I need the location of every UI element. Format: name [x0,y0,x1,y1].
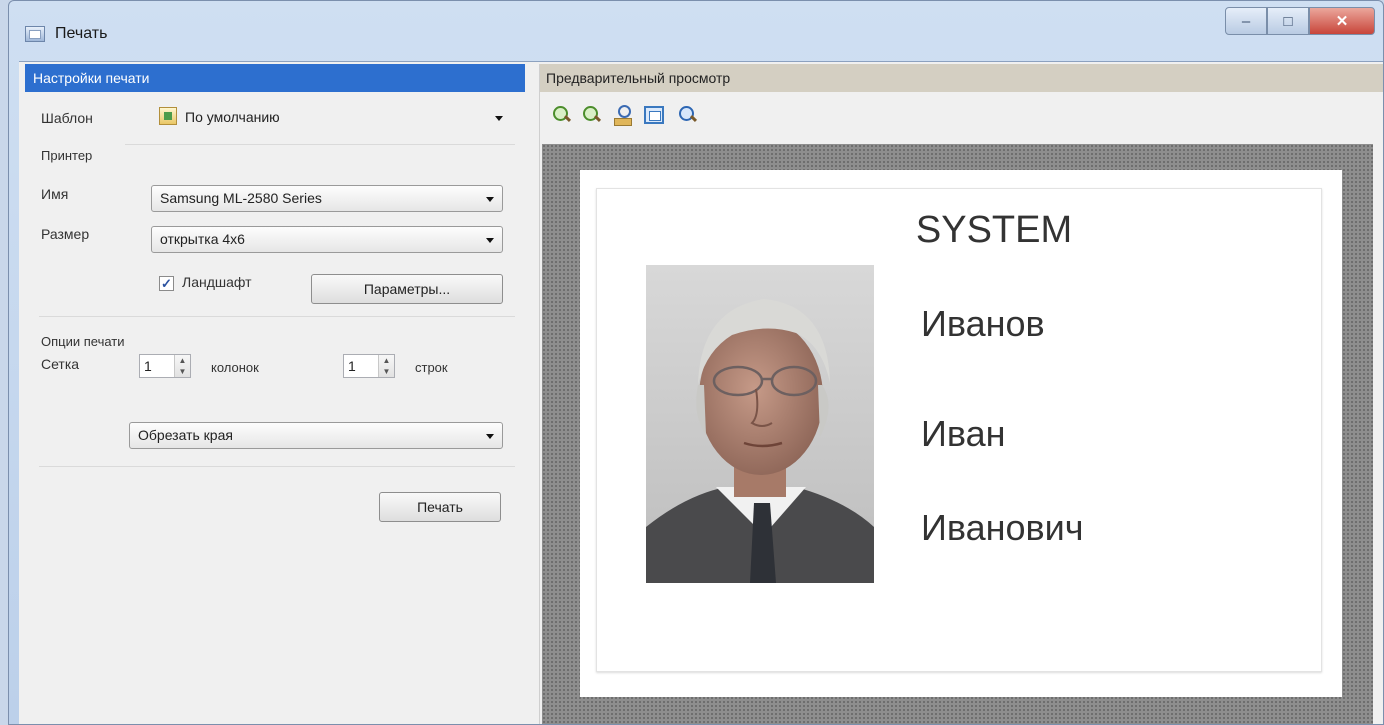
printer-group-label: Принтер [41,148,93,163]
preview-canvas[interactable]: SYSTEM Иванов Иван Иванович [542,144,1373,724]
window-client: Настройки печати Шаблон По умолчанию При… [19,61,1383,724]
zoom-in-icon[interactable] [550,104,572,126]
crop-mode-select[interactable]: Обрезать края [129,422,503,449]
badge-surname: Иванов [921,303,1045,344]
zoom-icon[interactable] [676,104,698,126]
title-bar: Печать – □ ✕ [9,1,1383,63]
name-label: Имя [41,186,69,202]
template-label: Шаблон [41,110,93,126]
badge-photo [646,265,874,583]
badge-first-name: Иван [921,413,1006,454]
paper-size-value: открытка 4х6 [160,231,245,247]
printer-name-value: Samsung ML-2580 Series [160,190,322,206]
settings-header: Настройки печати [25,64,525,92]
print-settings-panel: Настройки печати Шаблон По умолчанию При… [25,64,525,724]
preview-toolbar [540,92,1383,142]
print-divider [39,466,515,467]
badge-patronymic: Иванович [921,507,1084,548]
rows-stepper[interactable]: 1 ▲ ▼ [343,354,395,378]
print-app-icon [25,26,45,42]
badge-card: SYSTEM Иванов Иван Иванович [596,188,1322,672]
paper-size-select[interactable]: открытка 4х6 [151,226,503,253]
person-photo-image [646,265,874,583]
minimize-button[interactable]: – [1225,7,1267,35]
printer-divider [125,144,515,145]
print-options-label: Опции печати [41,334,125,349]
minimize-icon: – [1241,12,1251,30]
chevron-down-icon [495,116,503,121]
columns-label: колонок [211,360,259,375]
close-icon: ✕ [1335,13,1349,30]
landscape-label: Ландшафт [182,274,252,290]
find-icon[interactable] [612,104,634,126]
template-select[interactable]: По умолчанию [151,105,511,132]
chevron-down-icon [486,434,494,439]
fit-page-icon[interactable] [644,106,664,124]
preview-panel: Предварительный просмотр SYSTEM Иванов И… [539,64,1383,724]
print-window: Печать – □ ✕ Настройки печати Шаблон По … [8,0,1384,725]
grid-label: Сетка [41,356,80,372]
chevron-down-icon [486,238,494,243]
landscape-checkbox[interactable]: ✓ [159,276,174,291]
columns-stepper[interactable]: 1 ▲ ▼ [139,354,191,378]
close-button[interactable]: ✕ [1309,7,1375,35]
template-value: По умолчанию [185,109,280,125]
window-title: Печать [55,25,108,42]
maximize-button[interactable]: □ [1267,7,1309,35]
template-icon [159,107,177,125]
stepper-arrows-icon[interactable]: ▲ ▼ [378,355,394,377]
size-label: Размер [41,226,90,242]
options-divider [39,316,515,317]
columns-value: 1 [144,358,152,374]
window-controls: – □ ✕ [1225,7,1375,35]
badge-company: SYSTEM [915,209,1073,251]
printer-name-select[interactable]: Samsung ML-2580 Series [151,185,503,212]
preview-page: SYSTEM Иванов Иван Иванович [580,170,1342,697]
parameters-button[interactable]: Параметры... [311,274,503,304]
zoom-out-icon[interactable] [580,104,602,126]
crop-mode-value: Обрезать края [138,427,233,443]
chevron-down-icon [486,197,494,202]
rows-value: 1 [348,358,356,374]
maximize-icon: □ [1283,12,1293,30]
print-button[interactable]: Печать [379,492,501,522]
rows-label: строк [415,360,448,375]
preview-header: Предварительный просмотр [540,64,1383,92]
stepper-arrows-icon[interactable]: ▲ ▼ [174,355,190,377]
